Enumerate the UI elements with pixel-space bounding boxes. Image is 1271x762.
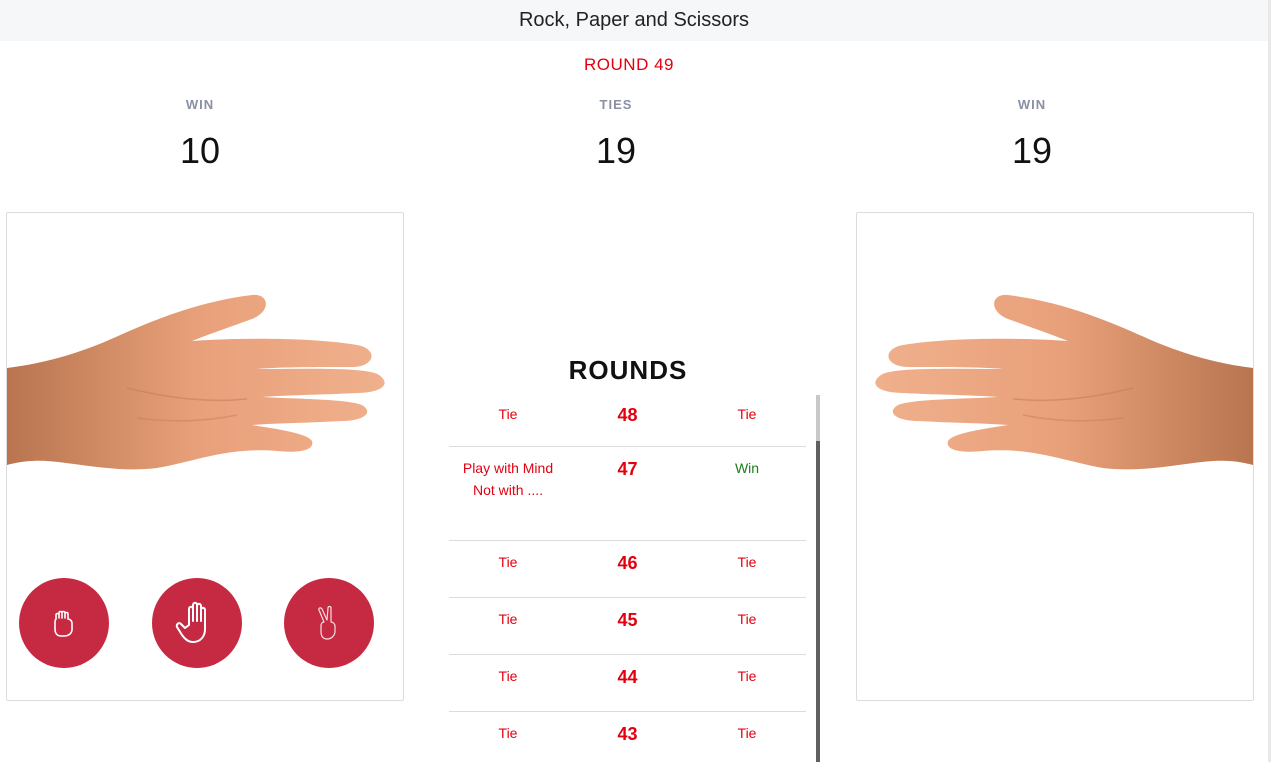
- round-player-result: Tie: [498, 725, 518, 741]
- computer-hand-image: [875, 294, 1253, 470]
- round-player-result: Tie: [498, 554, 518, 570]
- round-row: Tie 48 Tie: [449, 393, 806, 447]
- round-row: Play with Mind Not with .... 47 Win: [449, 447, 806, 541]
- rounds-scrollbar-track[interactable]: [816, 395, 820, 762]
- rounds-scrollbar-thumb[interactable]: [816, 395, 820, 441]
- round-computer-result: Tie: [737, 725, 757, 741]
- round-player-result: Tie: [498, 406, 518, 422]
- player-score-label: WIN: [185, 97, 215, 112]
- app-title: Rock, Paper and Scissors: [518, 9, 750, 31]
- ties-score-label: TIES: [599, 97, 633, 112]
- round-row: Tie 45 Tie: [449, 598, 806, 655]
- rock-button[interactable]: [19, 578, 109, 668]
- ties-score-value: 19: [595, 130, 637, 171]
- round-computer-result: Tie: [737, 611, 757, 627]
- scissors-button[interactable]: [284, 578, 374, 668]
- round-row: Tie 44 Tie: [449, 655, 806, 712]
- round-player-result: Play with Mind Not with ....: [462, 460, 554, 498]
- round-player-result: Tie: [498, 668, 518, 684]
- round-computer-result: Tie: [737, 668, 757, 684]
- player-hand-image: [7, 294, 385, 470]
- round-row: Tie 43 Tie: [449, 712, 806, 762]
- round-number: 44: [617, 667, 638, 687]
- player-score-value: 10: [179, 130, 221, 171]
- paper-button[interactable]: [152, 578, 242, 668]
- rounds-list[interactable]: Tie 48 Tie Play with Mind Not with .... …: [449, 393, 806, 762]
- fist-icon: [54, 610, 73, 637]
- round-computer-result: Tie: [737, 554, 757, 570]
- round-computer-result: Win: [734, 460, 760, 476]
- round-computer-result: Tie: [737, 406, 757, 422]
- computer-card: [856, 212, 1254, 701]
- open-hand-icon: [175, 601, 206, 643]
- player-card: [6, 212, 404, 701]
- round-number: 46: [617, 553, 638, 573]
- player-score: WIN 10: [100, 97, 300, 172]
- peace-sign-icon: [318, 605, 336, 640]
- top-bar: Rock, Paper and Scissors: [0, 0, 1268, 41]
- ties-score: TIES 19: [516, 97, 716, 172]
- round-player-result: Tie: [498, 611, 518, 627]
- rounds-title: ROUNDS: [568, 355, 688, 385]
- round-row: Tie 46 Tie: [449, 541, 806, 598]
- round-number: 45: [617, 610, 638, 630]
- computer-score-value: 19: [1011, 130, 1053, 171]
- round-number: 48: [617, 405, 638, 425]
- computer-score: WIN 19: [932, 97, 1132, 172]
- current-round-label: ROUND 49: [584, 55, 674, 74]
- round-number: 43: [617, 724, 638, 744]
- round-number: 47: [617, 459, 638, 479]
- computer-score-label: WIN: [1017, 97, 1047, 112]
